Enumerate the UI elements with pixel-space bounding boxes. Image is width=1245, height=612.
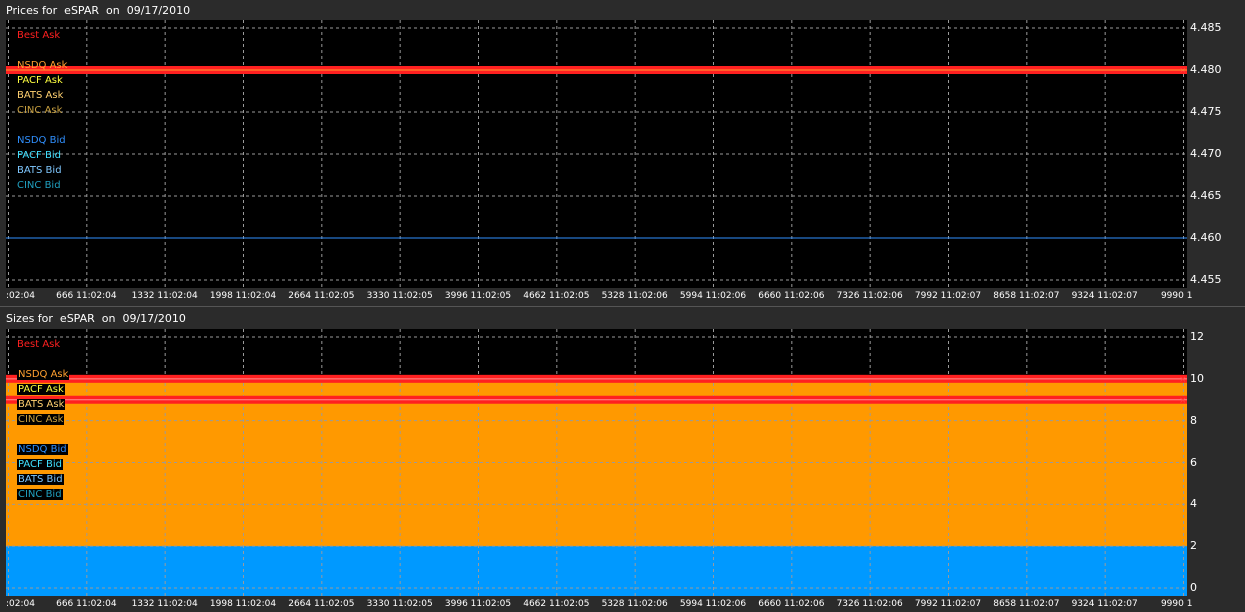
x-tick-label: :02:04 bbox=[6, 291, 35, 301]
y-tick-label: 2 bbox=[1190, 539, 1197, 553]
y-tick-label: 4.480 bbox=[1190, 63, 1222, 76]
legend-item-best-ask[interactable]: Best Ask bbox=[17, 337, 60, 352]
legend-label: PACF Ask bbox=[17, 75, 63, 86]
legend-label: Best Ask bbox=[17, 339, 61, 350]
x-tick-label: 7992 11:02:07 bbox=[914, 291, 982, 301]
x-tick-label: 1998 11:02:04 bbox=[209, 599, 277, 609]
size-y-axis: 12 10 8 6 4 2 0 bbox=[1190, 329, 1245, 596]
area-nsdq-bid bbox=[6, 546, 1187, 596]
legend-label: CINC Ask bbox=[17, 414, 65, 425]
legend-item-bats-bid[interactable]: BATS Bid bbox=[17, 472, 64, 487]
x-tick-label: 1332 11:02:04 bbox=[131, 599, 198, 609]
panel-separator bbox=[0, 306, 1245, 307]
x-tick-label: 1998 11:02:04 bbox=[209, 291, 277, 301]
series-end-marker: × bbox=[1179, 66, 1187, 76]
x-tick-label: 666 11:02:04 bbox=[56, 291, 117, 301]
legend-item-cinc-ask[interactable]: CINC Ask bbox=[17, 103, 62, 118]
legend-item-cinc-bid[interactable]: CINC Bid bbox=[17, 487, 63, 502]
x-tick-label: 3996 11:02:05 bbox=[444, 599, 512, 609]
x-tick-label: 9324 11:02:07 bbox=[1071, 291, 1138, 301]
x-tick-label: 5994 11:02:06 bbox=[679, 599, 747, 609]
y-tick-label: 4.475 bbox=[1190, 105, 1222, 118]
x-tick-label: 5328 11:02:06 bbox=[601, 599, 668, 609]
x-tick-label: 666 11:02:04 bbox=[56, 599, 117, 609]
x-tick-label: 3330 11:02:05 bbox=[366, 599, 433, 609]
size-x-axis: :02:04 666 11:02:04 1332 11:02:04 1998 11:0… bbox=[6, 599, 1192, 611]
price-chart-svg: × bbox=[6, 20, 1187, 288]
legend-label: NSDQ Bid bbox=[17, 444, 68, 455]
x-tick-label: 4662 11:02:05 bbox=[523, 599, 590, 609]
legend-item-pacf-ask[interactable]: PACF Ask bbox=[17, 73, 63, 88]
x-tick-label: :02:04 bbox=[6, 599, 35, 609]
y-tick-label: 4.470 bbox=[1190, 147, 1222, 160]
legend-label: CINC Ask bbox=[17, 105, 63, 116]
legend-label: PACF Bid bbox=[17, 150, 61, 161]
legend-label: NSDQ Ask bbox=[17, 60, 68, 71]
legend-label: CINC Bid bbox=[17, 489, 63, 500]
x-tick-label: 5328 11:02:06 bbox=[601, 291, 668, 301]
x-tick-label: 4662 11:02:05 bbox=[523, 291, 590, 301]
legend-label: NSDQ Ask bbox=[17, 369, 70, 380]
x-tick-label: 5994 11:02:06 bbox=[679, 291, 747, 301]
price-plot-area: × Best Ask NSDQ Ask PACF Ask BATS Ask CINC A… bbox=[6, 20, 1187, 288]
legend-label: BATS Ask bbox=[17, 399, 66, 410]
size-plot-area: × × Best Ask NSDQ Ask PACF Ask BATS Ask CINC … bbox=[6, 329, 1187, 596]
price-x-axis: :02:04 666 11:02:04 1332 11:02:04 1998 11:0… bbox=[6, 291, 1192, 303]
y-tick-label: 0 bbox=[1190, 581, 1197, 594]
x-tick-label: 7326 11:02:06 bbox=[836, 291, 903, 301]
x-tick-label: 1332 11:02:04 bbox=[131, 291, 198, 301]
x-tick-label: 7326 11:02:06 bbox=[836, 599, 903, 609]
y-tick-label: 4 bbox=[1190, 497, 1197, 511]
y-tick-label: 4.460 bbox=[1190, 231, 1222, 244]
y-tick-label: 10 bbox=[1190, 371, 1204, 385]
y-tick-label: 6 bbox=[1190, 455, 1197, 469]
legend-item-pacf-ask[interactable]: PACF Ask bbox=[17, 382, 65, 397]
x-tick-label: 2664 11:02:05 bbox=[288, 599, 355, 609]
x-tick-label: 9990 1 bbox=[1160, 291, 1193, 301]
x-tick-label: 8658 11:02:07 bbox=[993, 599, 1060, 609]
legend-item-bats-ask[interactable]: BATS Ask bbox=[17, 397, 66, 412]
x-tick-label: 9990 1 bbox=[1160, 599, 1193, 609]
legend-item-bats-bid[interactable]: BATS Bid bbox=[17, 163, 62, 178]
legend-label: BATS Ask bbox=[17, 90, 64, 101]
x-tick-label: 7992 11:02:07 bbox=[914, 599, 982, 609]
legend-label: CINC Bid bbox=[17, 180, 61, 191]
price-panel-title: Prices for eSPAR on 09/17/2010 bbox=[6, 4, 191, 17]
legend-item-nsdq-bid[interactable]: NSDQ Bid bbox=[17, 442, 68, 457]
x-tick-label: 9324 11:02:07 bbox=[1071, 599, 1138, 609]
legend-item-cinc-bid[interactable]: CINC Bid bbox=[17, 178, 61, 193]
size-chart-svg: ×× bbox=[6, 329, 1187, 596]
legend-label: Best Ask bbox=[17, 30, 61, 41]
x-tick-label: 6660 11:02:06 bbox=[758, 599, 825, 609]
legend-label: PACF Ask bbox=[17, 384, 65, 395]
legend-item-pacf-bid[interactable]: PACF Bid bbox=[17, 148, 61, 163]
legend-label: PACF Bid bbox=[17, 459, 63, 470]
series-end-marker: × bbox=[1179, 375, 1187, 385]
y-tick-label: 12 bbox=[1190, 330, 1204, 343]
legend-item-best-ask[interactable]: Best Ask bbox=[17, 28, 60, 43]
legend-label: NSDQ Bid bbox=[17, 135, 66, 146]
legend-item-nsdq-ask[interactable]: NSDQ Ask bbox=[17, 58, 67, 73]
x-tick-label: 6660 11:02:06 bbox=[758, 291, 825, 301]
legend-label: BATS Bid bbox=[17, 474, 64, 485]
legend-item-cinc-ask[interactable]: CINC Ask bbox=[17, 412, 65, 427]
y-tick-label: 8 bbox=[1190, 413, 1197, 427]
x-tick-label: 2664 11:02:05 bbox=[288, 291, 355, 301]
legend-label: BATS Bid bbox=[17, 165, 62, 176]
x-tick-label: 8658 11:02:07 bbox=[993, 291, 1060, 301]
legend-item-pacf-bid[interactable]: PACF Bid bbox=[17, 457, 63, 472]
y-tick-label: 4.485 bbox=[1190, 21, 1222, 34]
legend-item-nsdq-ask[interactable]: NSDQ Ask bbox=[17, 367, 70, 382]
legend-item-nsdq-bid[interactable]: NSDQ Bid bbox=[17, 133, 66, 148]
price-y-axis: 4.485 4.480 4.475 4.470 4.465 4.460 4.455 bbox=[1190, 20, 1245, 288]
legend-item-bats-ask[interactable]: BATS Ask bbox=[17, 88, 63, 103]
y-tick-label: 4.465 bbox=[1190, 189, 1222, 202]
x-tick-label: 3330 11:02:05 bbox=[366, 291, 433, 301]
size-panel-title: Sizes for eSPAR on 09/17/2010 bbox=[6, 312, 186, 325]
series-end-marker: × bbox=[1179, 396, 1187, 406]
y-tick-label: 4.455 bbox=[1190, 273, 1222, 286]
x-tick-label: 3996 11:02:05 bbox=[444, 291, 512, 301]
